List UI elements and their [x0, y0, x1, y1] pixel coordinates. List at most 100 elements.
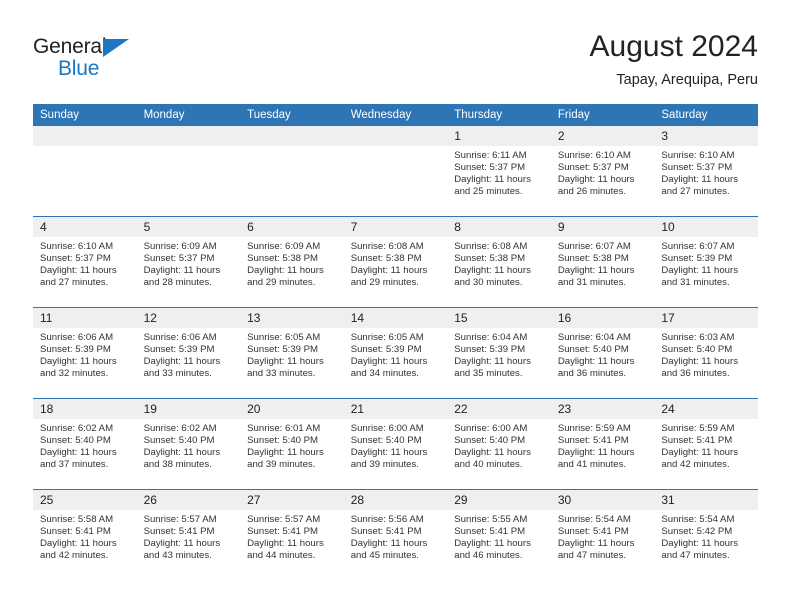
detail-daylight1: Daylight: 11 hours [454, 265, 531, 277]
calendar-week-row: 11 Sunrise: 6:06 AM Sunset: 5:39 PM Dayligh… [33, 307, 758, 399]
calendar-day-cell[interactable]: 16 Sunrise: 6:04 AM Sunset: 5:40 PM Dayligh… [550, 307, 655, 399]
detail-sunrise: Sunrise: 5:57 AM [143, 514, 217, 525]
detail-sunrise: Sunrise: 5:59 AM [557, 423, 631, 434]
calendar-day-cell[interactable]: 25 Sunrise: 5:58 AM Sunset: 5:41 PM Dayligh… [33, 489, 137, 580]
detail-daylight2: and 25 minutes. [454, 186, 523, 198]
day-details: Sunrise: 5:59 AM Sunset: 5:41 PM Daylight:… [654, 419, 758, 471]
calendar-cell-empty [343, 126, 448, 217]
day-number: 3 [654, 126, 758, 146]
calendar-day-cell[interactable]: 20 Sunrise: 6:01 AM Sunset: 5:40 PM Dayligh… [240, 398, 344, 490]
calendar-day-cell[interactable]: 29 Sunrise: 5:55 AM Sunset: 5:41 PM Dayligh… [447, 489, 551, 580]
detail-daylight2: and 42 minutes. [40, 550, 109, 562]
detail-daylight1: Daylight: 11 hours [143, 265, 221, 277]
day-number: 13 [240, 308, 344, 328]
detail-daylight1: Daylight: 11 hours [661, 538, 738, 550]
calendar-day-cell[interactable]: 10 Sunrise: 6:07 AM Sunset: 5:39 PM Dayligh… [654, 216, 758, 308]
day-details: Sunrise: 6:01 AM Sunset: 5:40 PM Daylight:… [240, 419, 344, 471]
day-number: 28 [343, 490, 448, 510]
day-cell-inner: 7 Sunrise: 6:08 AM Sunset: 5:38 PM Daylight… [343, 217, 448, 307]
calendar-day-cell[interactable]: 3 Sunrise: 6:10 AM Sunset: 5:37 PM Daylight… [654, 126, 758, 217]
calendar-day-cell[interactable]: 22 Sunrise: 6:00 AM Sunset: 5:40 PM Dayligh… [447, 398, 551, 490]
calendar-day-cell[interactable]: 26 Sunrise: 5:57 AM Sunset: 5:41 PM Dayligh… [136, 489, 241, 580]
day-number: 10 [654, 217, 758, 237]
calendar-day-cell[interactable]: 24 Sunrise: 5:59 AM Sunset: 5:41 PM Dayligh… [654, 398, 758, 490]
detail-daylight2: and 45 minutes. [350, 550, 419, 562]
detail-daylight1: Daylight: 11 hours [247, 447, 324, 459]
detail-daylight1: Daylight: 11 hours [40, 265, 117, 277]
detail-daylight2: and 37 minutes. [40, 459, 109, 471]
day-details: Sunrise: 6:09 AM Sunset: 5:38 PM Daylight:… [240, 237, 344, 289]
day-number: 18 [33, 399, 137, 419]
detail-sunset: Sunset: 5:41 PM [557, 435, 629, 447]
day-cell-inner: 17 Sunrise: 6:03 AM Sunset: 5:40 PM Dayligh… [654, 308, 758, 398]
day-number: 21 [343, 399, 448, 419]
detail-daylight2: and 47 minutes. [661, 550, 730, 562]
calendar-day-cell[interactable]: 21 Sunrise: 6:00 AM Sunset: 5:40 PM Dayligh… [343, 398, 448, 490]
day-cell-inner: 1 Sunrise: 6:11 AM Sunset: 5:37 PM Daylight… [447, 126, 551, 216]
calendar-day-cell[interactable]: 12 Sunrise: 6:06 AM Sunset: 5:39 PM Dayligh… [136, 307, 241, 399]
calendar-body: 1 Sunrise: 6:11 AM Sunset: 5:37 PM Daylight… [33, 126, 758, 580]
detail-daylight1: Daylight: 11 hours [143, 538, 221, 550]
day-details: Sunrise: 6:10 AM Sunset: 5:37 PM Daylight:… [654, 146, 758, 198]
detail-sunrise: Sunrise: 6:04 AM [454, 332, 528, 343]
calendar-header-row: Sunday Monday Tuesday Wednesday Thursday Frid… [33, 104, 758, 126]
calendar-day-cell[interactable]: 27 Sunrise: 5:57 AM Sunset: 5:41 PM Dayligh… [240, 489, 344, 580]
calendar-day-cell[interactable]: 18 Sunrise: 6:02 AM Sunset: 5:40 PM Dayligh… [33, 398, 137, 490]
detail-sunset: Sunset: 5:38 PM [247, 253, 319, 265]
calendar-day-cell[interactable]: 30 Sunrise: 5:54 AM Sunset: 5:41 PM Dayligh… [550, 489, 655, 580]
detail-sunset: Sunset: 5:38 PM [454, 253, 526, 265]
day-details: Sunrise: 5:54 AM Sunset: 5:42 PM Daylight:… [654, 510, 758, 562]
calendar-day-cell[interactable]: 11 Sunrise: 6:06 AM Sunset: 5:39 PM Dayligh… [33, 307, 137, 399]
detail-sunrise: Sunrise: 5:56 AM [350, 514, 424, 525]
calendar-week-row: 1 Sunrise: 6:11 AM Sunset: 5:37 PM Daylight… [33, 126, 758, 217]
day-details: Sunrise: 6:03 AM Sunset: 5:40 PM Daylight:… [654, 328, 758, 380]
detail-daylight2: and 36 minutes. [661, 368, 730, 380]
calendar-day-cell[interactable]: 6 Sunrise: 6:09 AM Sunset: 5:38 PM Daylight… [240, 216, 344, 308]
calendar-day-cell[interactable]: 31 Sunrise: 5:54 AM Sunset: 5:42 PM Dayligh… [654, 489, 758, 580]
detail-sunset: Sunset: 5:37 PM [557, 162, 629, 174]
calendar-day-cell[interactable]: 8 Sunrise: 6:08 AM Sunset: 5:38 PM Daylight… [447, 216, 551, 308]
detail-sunset: Sunset: 5:41 PM [454, 526, 526, 538]
day-details: Sunrise: 6:04 AM Sunset: 5:39 PM Daylight:… [447, 328, 551, 380]
calendar-day-cell[interactable]: 15 Sunrise: 6:04 AM Sunset: 5:39 PM Dayligh… [447, 307, 551, 399]
day-number: 11 [33, 308, 137, 328]
calendar-day-cell[interactable]: 2 Sunrise: 6:10 AM Sunset: 5:37 PM Daylight… [550, 126, 655, 217]
day-cell-inner: 3 Sunrise: 6:10 AM Sunset: 5:37 PM Daylight… [654, 126, 758, 216]
detail-daylight2: and 33 minutes. [143, 368, 212, 380]
calendar-day-cell[interactable]: 1 Sunrise: 6:11 AM Sunset: 5:37 PM Daylight… [447, 126, 551, 217]
calendar-day-cell[interactable]: 14 Sunrise: 6:05 AM Sunset: 5:39 PM Dayligh… [343, 307, 448, 399]
detail-sunrise: Sunrise: 6:00 AM [350, 423, 424, 434]
day-cell-inner: 23 Sunrise: 5:59 AM Sunset: 5:41 PM Dayligh… [550, 399, 655, 489]
general-blue-logo[interactable]: General Blue [33, 36, 153, 86]
calendar-day-cell[interactable]: 5 Sunrise: 6:09 AM Sunset: 5:37 PM Daylight… [136, 216, 241, 308]
calendar-day-cell[interactable]: 7 Sunrise: 6:08 AM Sunset: 5:38 PM Daylight… [343, 216, 448, 308]
detail-sunset: Sunset: 5:39 PM [454, 344, 526, 356]
detail-daylight1: Daylight: 11 hours [661, 447, 738, 459]
day-number: 27 [240, 490, 344, 510]
detail-daylight1: Daylight: 11 hours [143, 356, 221, 368]
day-details: Sunrise: 6:06 AM Sunset: 5:39 PM Daylight:… [137, 328, 241, 380]
calendar-day-cell[interactable]: 13 Sunrise: 6:05 AM Sunset: 5:39 PM Dayligh… [240, 307, 344, 399]
detail-sunrise: Sunrise: 6:02 AM [143, 423, 217, 434]
day-cell-inner: 14 Sunrise: 6:05 AM Sunset: 5:39 PM Dayligh… [343, 308, 448, 398]
calendar-day-cell[interactable]: 4 Sunrise: 6:10 AM Sunset: 5:37 PM Daylight… [33, 216, 137, 308]
detail-sunrise: Sunrise: 5:57 AM [247, 514, 321, 525]
detail-daylight2: and 43 minutes. [143, 550, 212, 562]
day-cell-inner [240, 126, 344, 216]
day-details: Sunrise: 5:57 AM Sunset: 5:41 PM Daylight:… [240, 510, 344, 562]
detail-sunrise: Sunrise: 6:05 AM [247, 332, 321, 343]
calendar-day-cell[interactable]: 17 Sunrise: 6:03 AM Sunset: 5:40 PM Dayligh… [654, 307, 758, 399]
detail-sunrise: Sunrise: 6:10 AM [661, 150, 735, 161]
detail-daylight2: and 39 minutes. [350, 459, 419, 471]
detail-daylight1: Daylight: 11 hours [143, 447, 221, 459]
detail-daylight2: and 42 minutes. [661, 459, 730, 471]
day-details: Sunrise: 5:57 AM Sunset: 5:41 PM Daylight:… [137, 510, 241, 562]
page-header: General Blue August 2024 Tapay, Arequipa… [33, 28, 758, 100]
detail-daylight1: Daylight: 11 hours [350, 538, 428, 550]
calendar-day-cell[interactable]: 19 Sunrise: 6:02 AM Sunset: 5:40 PM Dayligh… [136, 398, 241, 490]
detail-sunset: Sunset: 5:41 PM [40, 526, 111, 538]
day-details: Sunrise: 5:54 AM Sunset: 5:41 PM Daylight:… [551, 510, 655, 562]
calendar-day-cell[interactable]: 23 Sunrise: 5:59 AM Sunset: 5:41 PM Dayligh… [550, 398, 655, 490]
calendar-day-cell[interactable]: 9 Sunrise: 6:07 AM Sunset: 5:38 PM Daylight… [550, 216, 655, 308]
calendar-day-cell[interactable]: 28 Sunrise: 5:56 AM Sunset: 5:41 PM Dayligh… [343, 489, 448, 580]
